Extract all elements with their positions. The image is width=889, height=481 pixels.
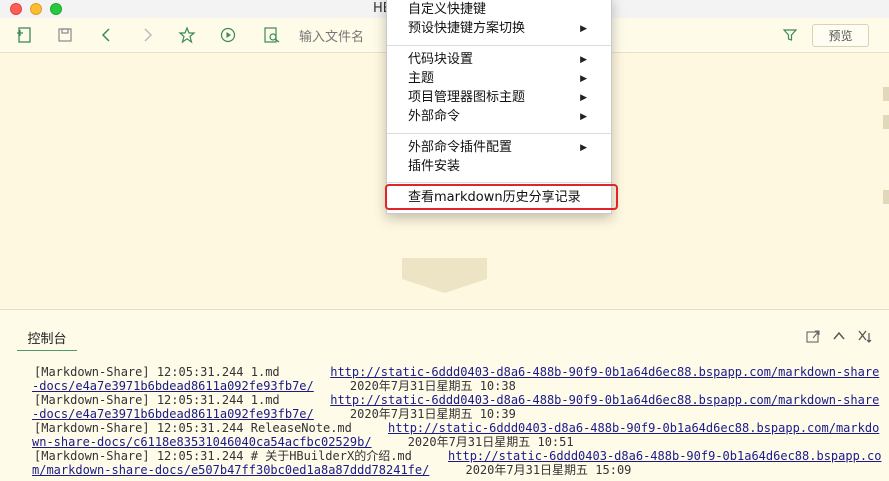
log-date: 2020年7月31日星期五 10:51 (407, 435, 574, 449)
star-icon[interactable] (178, 26, 196, 44)
export-icon[interactable] (805, 328, 821, 344)
menu-item-label: 预设快捷键方案切换 (408, 21, 526, 36)
menu-item-code-block-settings[interactable]: 代码块设置 ▶ (408, 51, 598, 69)
menu-separator (387, 182, 611, 183)
log-link[interactable]: -docs/e4a7e3971b6bdead8611a092fe93fb7e/ (32, 407, 314, 421)
menu-item-external-commands[interactable]: 外部命令 ▶ (408, 108, 598, 126)
tab-console[interactable]: 控制台 (17, 328, 77, 351)
log-prefix: [Markdown-Share] 12:05:31.244 1.md (34, 365, 331, 379)
zoom-window-button[interactable] (50, 3, 62, 15)
menu-item-label: 主题 (408, 71, 435, 86)
scroll-marker (883, 115, 889, 129)
menu-item-shortcut-scheme[interactable]: 预设快捷键方案切换 ▶ (408, 20, 598, 38)
file-search-input[interactable] (297, 26, 391, 48)
submenu-arrow-icon: ▶ (580, 74, 587, 84)
console-panel: 控制台 [Markdown-Share] 12:05:31.244 1.md h… (0, 309, 889, 481)
submenu-arrow-icon: ▶ (580, 24, 587, 34)
console-log: [Markdown-Share] 12:05:31.244 1.md http:… (32, 365, 882, 477)
log-prefix: [Markdown-Share] 12:05:31.244 ReleaseNot… (34, 421, 389, 435)
submenu-arrow-icon: ▶ (580, 93, 587, 103)
log-link[interactable]: http://static-6ddd0403-d8a6-488b-90f9-0b… (330, 393, 879, 407)
chevron-up-icon[interactable] (831, 328, 847, 344)
log-entry: [Markdown-Share] 12:05:31.244 1.md http:… (32, 365, 879, 393)
new-file-icon[interactable] (16, 26, 34, 44)
menu-item-label: 插件安装 (408, 159, 461, 174)
log-entry: [Markdown-Share] 12:05:31.244 1.md http:… (32, 393, 879, 421)
log-date: 2020年7月31日星期五 15:09 (465, 463, 632, 477)
minimize-window-button[interactable] (30, 3, 42, 15)
scroll-marker (883, 190, 889, 204)
clear-console-icon[interactable] (857, 328, 873, 344)
log-link[interactable]: m/markdown-share-docs/e507b47ff30bc0ed1a… (32, 463, 429, 477)
log-prefix: [Markdown-Share] 12:05:31.244 # 关于HBuild… (34, 449, 449, 463)
menu-item-label: 项目管理器图标主题 (408, 90, 526, 105)
settings-dropdown-menu: 自定义快捷键 预设快捷键方案切换 ▶ 代码块设置 ▶ 主题 ▶ 项目管理器图标主… (386, 0, 612, 214)
submenu-arrow-icon: ▶ (580, 55, 587, 65)
log-date: 2020年7月31日星期五 10:38 (349, 379, 516, 393)
menu-item-plugin-install[interactable]: 插件安装 (408, 158, 598, 176)
submenu-arrow-icon: ▶ (580, 143, 587, 153)
log-link[interactable]: http://static-6ddd0403-d8a6-488b-90f9-0b… (388, 421, 879, 435)
menu-item-theme[interactable]: 主题 ▶ (408, 70, 598, 88)
menu-item-label: 代码块设置 (408, 52, 474, 67)
log-entry: [Markdown-Share] 12:05:31.244 ReleaseNot… (32, 421, 879, 449)
log-link[interactable]: http://static-6ddd0403-d8a6-488b-90f9-0b… (448, 449, 881, 463)
menu-item-label: 自定义快捷键 (408, 2, 487, 17)
close-window-button[interactable] (10, 3, 22, 15)
log-link[interactable]: wn-share-docs/c6118e83531046040ca54acfbc… (32, 435, 372, 449)
back-icon[interactable] (98, 26, 116, 44)
menu-item-label: 外部命令 (408, 109, 461, 124)
scroll-marker (883, 87, 889, 101)
forward-icon[interactable] (138, 26, 156, 44)
submenu-arrow-icon: ▶ (580, 112, 587, 122)
preview-button[interactable]: 预览 (812, 24, 869, 47)
menu-item-project-icon-theme[interactable]: 项目管理器图标主题 ▶ (408, 89, 598, 107)
menu-separator (387, 45, 611, 46)
menu-item-custom-shortcuts[interactable]: 自定义快捷键 (408, 1, 598, 19)
menu-item-external-command-plugin-config[interactable]: 外部命令插件配置 ▶ (408, 139, 598, 157)
log-link[interactable]: http://static-6ddd0403-d8a6-488b-90f9-0b… (330, 365, 879, 379)
editor-placeholder-shape (402, 258, 487, 293)
filter-icon[interactable] (783, 28, 797, 42)
menu-item-label: 外部命令插件配置 (408, 140, 513, 155)
log-date: 2020年7月31日星期五 10:39 (349, 407, 516, 421)
log-link[interactable]: -docs/e4a7e3971b6bdead8611a092fe93fb7e/ (32, 379, 314, 393)
log-entry: [Markdown-Share] 12:05:31.244 # 关于HBuild… (32, 449, 882, 477)
run-icon[interactable] (219, 26, 237, 44)
log-prefix: [Markdown-Share] 12:05:31.244 1.md (34, 393, 331, 407)
save-icon[interactable] (56, 26, 74, 44)
console-toolbar (805, 328, 875, 344)
annotation-highlight-box (385, 184, 618, 210)
file-search-icon[interactable] (263, 26, 281, 44)
menu-separator (387, 133, 611, 134)
